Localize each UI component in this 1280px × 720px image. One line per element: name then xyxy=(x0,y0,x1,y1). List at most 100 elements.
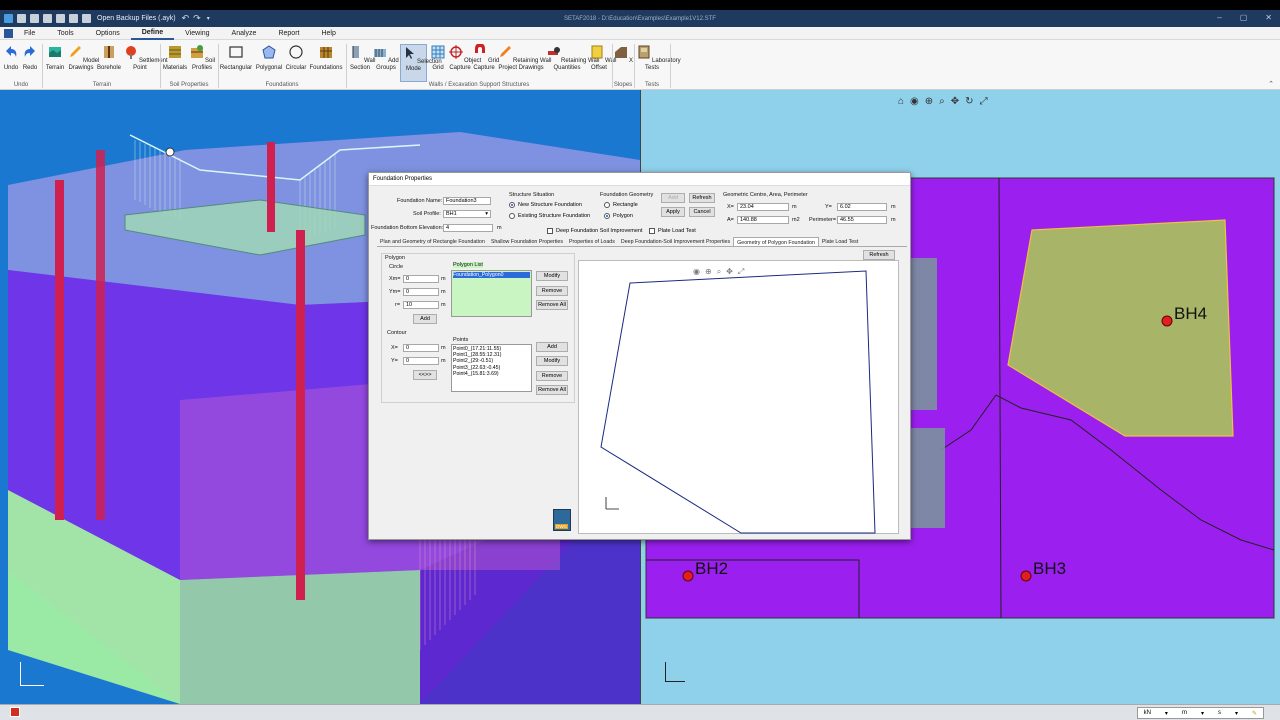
tab-shallow-foundation[interactable]: Shallow Foundation Properties xyxy=(488,237,566,246)
fit-extents-icon[interactable]: ⤢ xyxy=(980,96,988,107)
points-add-button[interactable]: Add xyxy=(536,342,568,352)
points-remove-button[interactable]: Remove xyxy=(536,371,568,381)
home-icon[interactable]: ⌂ xyxy=(898,96,904,107)
foundations-button[interactable]: Foundations xyxy=(308,44,344,71)
circle-add-button[interactable]: Add xyxy=(413,314,437,324)
length-unit[interactable]: m xyxy=(1182,710,1187,716)
polygon-remove-button[interactable]: Remove xyxy=(536,286,568,296)
menu-analyze[interactable]: Analyze xyxy=(221,30,268,37)
menu-help[interactable]: Help xyxy=(310,30,346,37)
time-unit[interactable]: s xyxy=(1218,710,1221,716)
retaining-wall-drawings-button[interactable]: Retaining Wall Project Drawings xyxy=(497,44,551,71)
polygonal-button[interactable]: Polygonal xyxy=(254,44,284,71)
pan-icon[interactable]: ✥ xyxy=(726,267,733,277)
rectangle-radio[interactable]: Rectangle xyxy=(604,202,638,208)
foundation-name-input[interactable]: Foundation3 xyxy=(443,197,491,205)
points-list[interactable]: Point0_(17.21:11.55) Point1_(28.55:12.31… xyxy=(451,344,532,392)
arrows-button[interactable]: <<>> xyxy=(413,370,437,380)
menu-report[interactable]: Report xyxy=(267,30,310,37)
rotate-icon[interactable]: ↻ xyxy=(965,96,973,107)
borehole-marker-bh3[interactable] xyxy=(1020,570,1032,582)
bottom-elevation-input[interactable]: 4 xyxy=(443,224,493,232)
grid-button[interactable]: Grid xyxy=(428,44,448,71)
redo-button[interactable]: Redo xyxy=(21,44,39,71)
object-capture-button[interactable]: Object Capture xyxy=(448,44,481,71)
tab-rectangle-geometry[interactable]: Plan and Geometry of Rectangle Foundatio… xyxy=(377,237,488,246)
menu-tools[interactable]: Tools xyxy=(46,30,84,37)
plate-load-checkbox[interactable]: Plate Load Test xyxy=(649,228,696,234)
wall-section-button[interactable]: Wall Section xyxy=(348,44,375,71)
tab-deep-foundation[interactable]: Deep Foundation-Soil Improvement Propert… xyxy=(618,237,733,246)
force-unit[interactable]: kN xyxy=(1144,710,1151,716)
menu-file[interactable]: File xyxy=(13,30,46,37)
zoom-in-icon[interactable]: ⊕ xyxy=(925,96,933,107)
dwg-import-button[interactable]: DWG xyxy=(553,509,571,531)
pencil-icon[interactable]: ✎ xyxy=(1252,710,1257,717)
retaining-wall-quantities-button[interactable]: Retaining Wall Quantities xyxy=(545,44,599,71)
xm-input[interactable]: 0 xyxy=(403,275,439,283)
polygon-drawing-canvas[interactable]: ◉ ⊕ ⌕ ✥ ⤢ xyxy=(578,260,899,534)
centre-x-input[interactable]: 23.04 xyxy=(737,203,789,211)
fit-extents-icon[interactable]: ⤢ xyxy=(738,267,744,277)
ym-input[interactable]: 0 xyxy=(403,288,439,296)
search-icon[interactable]: ⌕ xyxy=(717,267,721,277)
ribbon-collapse-icon[interactable]: ⌃ xyxy=(1268,80,1274,88)
tab-loads[interactable]: Properties of Loads xyxy=(566,237,618,246)
units-selector[interactable]: kN ▾ m ▾ s ▾ ✎ xyxy=(1136,707,1264,719)
wall-offset-button[interactable]: Wall Offset xyxy=(589,44,616,71)
slopes-button[interactable]: X xyxy=(613,44,633,65)
points-modify-button[interactable]: Modify xyxy=(536,356,568,366)
radius-input[interactable]: 10 xyxy=(403,301,439,309)
undo-button[interactable]: Undo xyxy=(2,44,20,71)
deep-soil-improvement-checkbox[interactable]: Deep Foundation Soil Improvement xyxy=(547,228,643,234)
rectangular-button[interactable]: Rectangular xyxy=(219,44,253,71)
cancel-button[interactable]: Cancel xyxy=(689,207,715,217)
refresh-button[interactable]: Refresh xyxy=(689,193,715,203)
perimeter-unit: m xyxy=(891,217,896,223)
borehole-marker-bh4[interactable] xyxy=(1161,315,1173,327)
apply-button[interactable]: Apply xyxy=(661,207,685,217)
add-wall-groups-button[interactable]: Add Wall Groups xyxy=(372,44,412,71)
centre-y-input[interactable]: 6.02 xyxy=(837,203,887,211)
tab-plate-load[interactable]: Plate Load Test xyxy=(819,237,861,246)
borehole-button[interactable]: Borehole xyxy=(96,44,122,71)
menu-options[interactable]: Options xyxy=(85,30,131,37)
polygon-list[interactable]: Foundation_Polygon0 xyxy=(451,270,532,317)
materials-button[interactable]: Materials xyxy=(162,44,188,71)
soil-profiles-button[interactable]: Soil Profiles xyxy=(189,44,215,71)
search-icon[interactable]: ⌕ xyxy=(939,96,945,107)
zoom-window-icon[interactable]: ◉ xyxy=(693,267,700,277)
area-input[interactable]: 140.88 xyxy=(737,216,789,224)
menu-define[interactable]: Define xyxy=(130,27,175,40)
refresh-drawing-button[interactable]: Refresh xyxy=(863,250,895,260)
borehole-marker-bh2[interactable] xyxy=(682,570,694,582)
soil-profile-select[interactable]: BH1 ▾ xyxy=(443,210,491,218)
polygon-radio[interactable]: Polygon xyxy=(604,213,633,219)
laboratory-tests-button[interactable]: Laboratory Tests xyxy=(636,44,681,71)
points-remove-all-button[interactable]: Remove All xyxy=(536,385,568,395)
tab-polygon-geometry[interactable]: Geometry of Polygon Foundation xyxy=(733,237,819,246)
polygon-modify-button[interactable]: Modify xyxy=(536,271,568,281)
polygon-remove-all-button[interactable]: Remove All xyxy=(536,300,568,310)
menu-viewing[interactable]: Viewing xyxy=(174,30,220,37)
contour-x-input[interactable]: 0 xyxy=(403,344,439,352)
maximize-icon[interactable]: ▢ xyxy=(1240,13,1248,22)
add-button-disabled[interactable]: Add xyxy=(661,193,685,203)
terrain-button[interactable]: Terrain xyxy=(44,44,66,71)
selection-mode-button[interactable]: Selection Mode xyxy=(400,44,442,82)
circular-button[interactable]: Circular xyxy=(284,44,308,71)
list-item[interactable]: Point4_(15.81:3.69) xyxy=(453,371,530,377)
perimeter-input[interactable]: 46.55 xyxy=(837,216,887,224)
model-drawings-button[interactable]: Model Drawings xyxy=(67,44,99,71)
grid-capture-button[interactable]: Grid Capture xyxy=(472,43,499,71)
minimize-icon[interactable]: – xyxy=(1217,13,1221,22)
close-icon[interactable]: ✕ xyxy=(1265,13,1272,22)
list-item[interactable]: Foundation_Polygon0 xyxy=(453,272,530,279)
contour-y-input[interactable]: 0 xyxy=(403,357,439,365)
pan-icon[interactable]: ✥ xyxy=(951,96,959,107)
new-structure-radio[interactable]: New Structure Foundation xyxy=(509,202,582,208)
settlement-point-button[interactable]: Settlement Point xyxy=(123,44,168,71)
existing-structure-radio[interactable]: Existing Structure Foundation xyxy=(509,213,590,219)
zoom-window-icon[interactable]: ◉ xyxy=(910,96,919,107)
zoom-in-icon[interactable]: ⊕ xyxy=(705,267,712,277)
